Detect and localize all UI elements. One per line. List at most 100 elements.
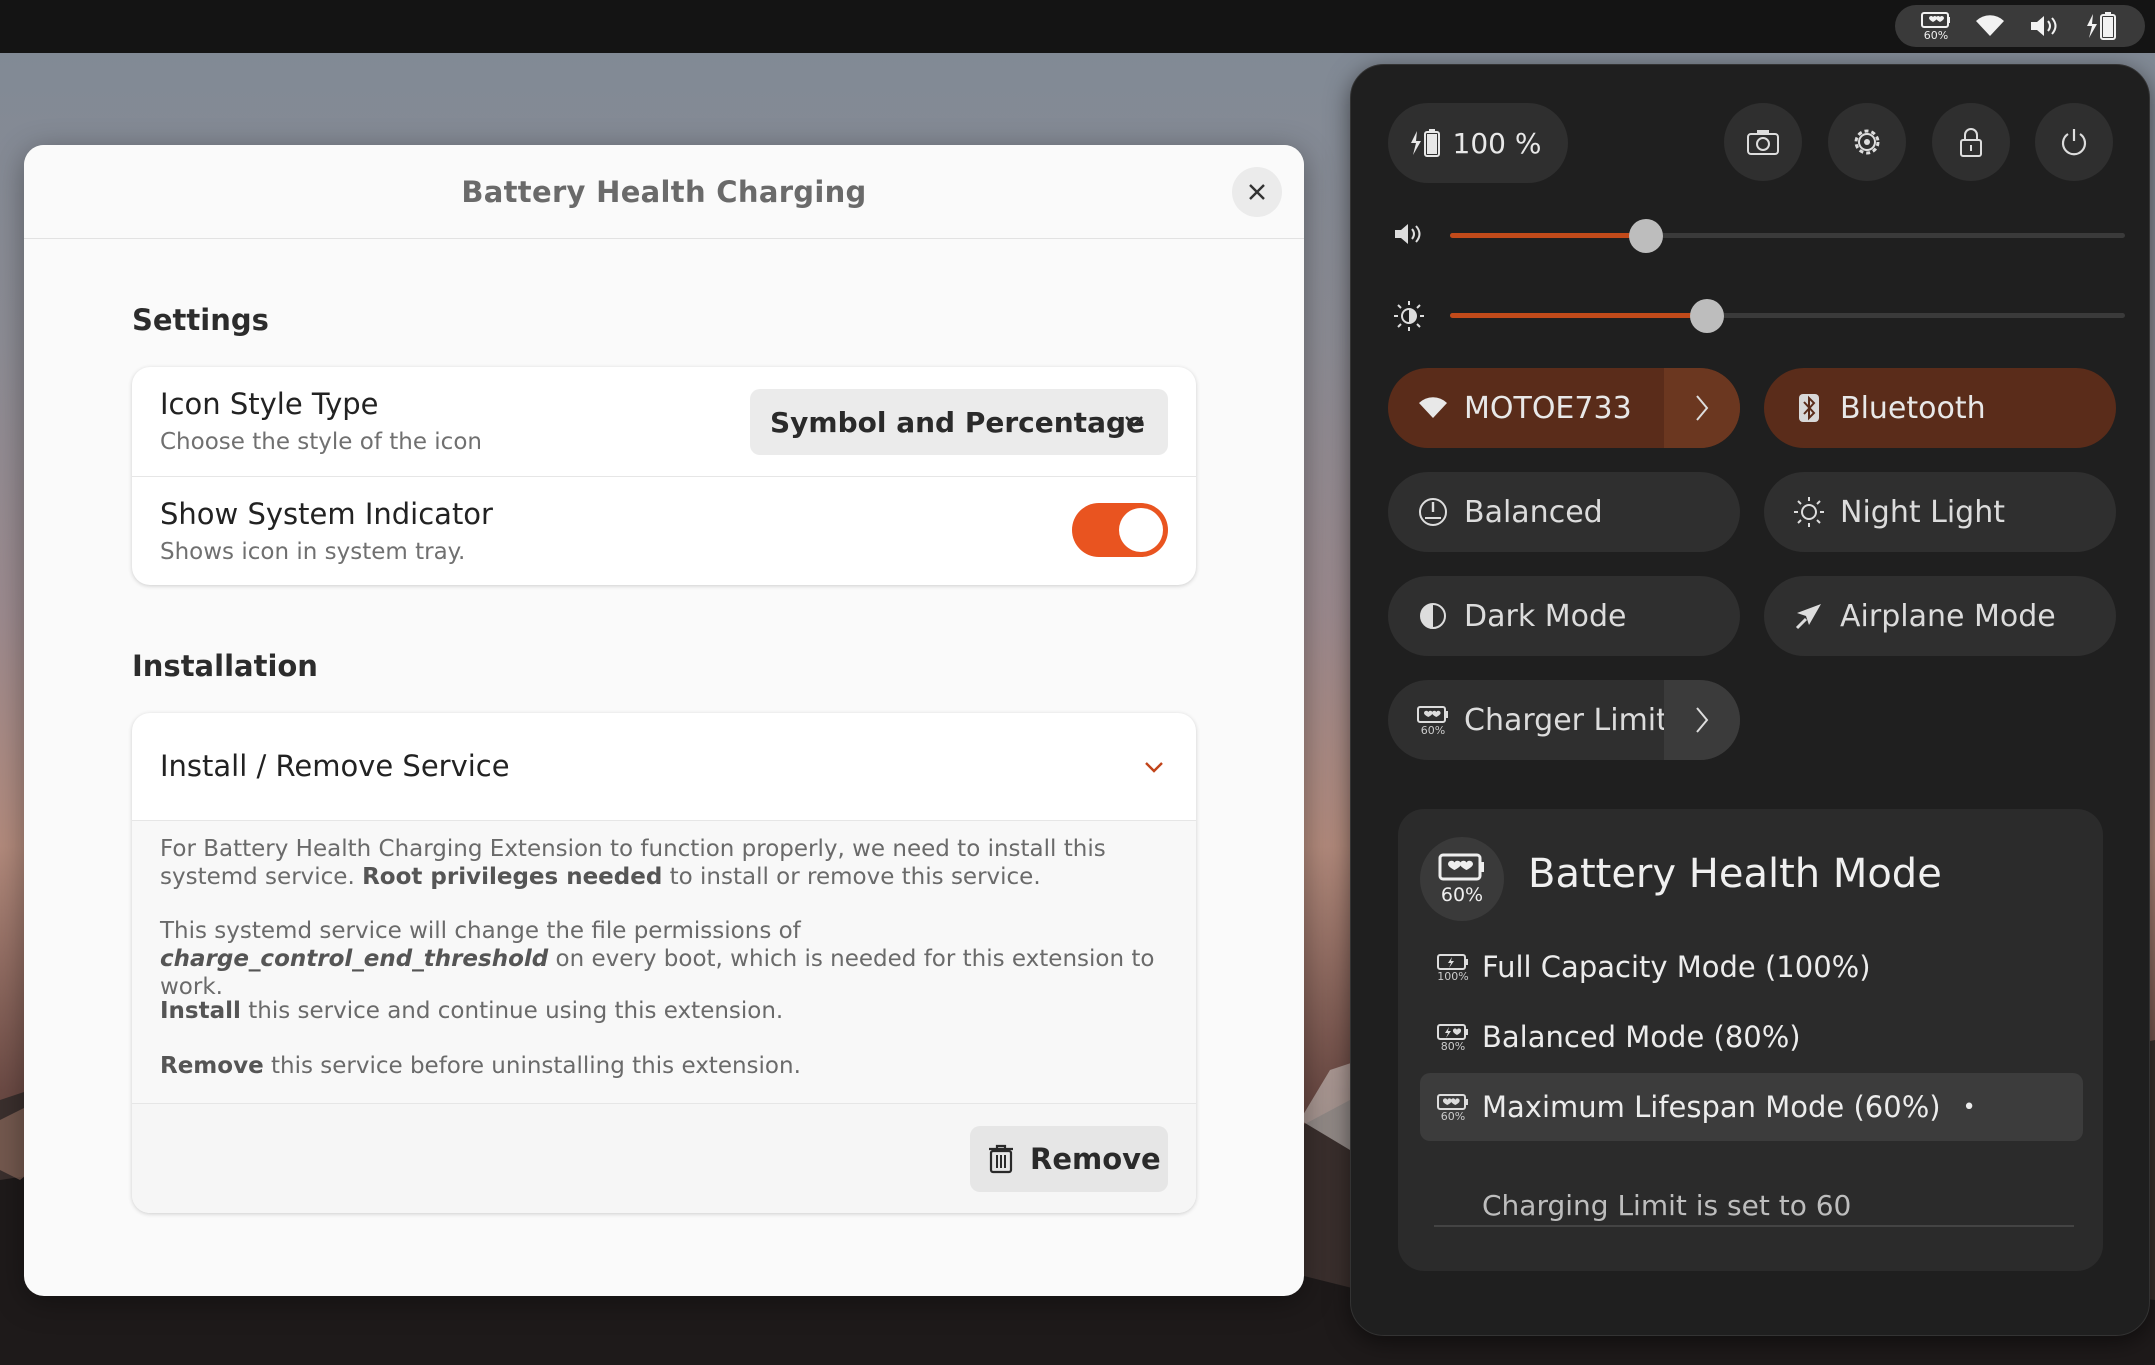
volume-slider-fill: [1450, 233, 1646, 238]
bluetooth-tile[interactable]: Bluetooth: [1764, 368, 2116, 448]
battery-health-tray-item[interactable]: 60%: [1921, 11, 1951, 41]
power-mode-tile[interactable]: Balanced: [1388, 472, 1740, 552]
wifi-menu-arrow[interactable]: [1664, 368, 1740, 448]
charger-limit-icon-percent: 60%: [1420, 723, 1446, 737]
installation-card: Install / Remove Service For Battery Hea…: [132, 713, 1196, 1213]
wifi-icon: [1416, 396, 1450, 420]
charger-limit-menu-arrow[interactable]: [1664, 680, 1740, 760]
chevron-right-icon: [1696, 707, 1709, 733]
volume-slider[interactable]: [1450, 219, 2125, 253]
close-button[interactable]: [1232, 167, 1282, 217]
airplane-mode-tile[interactable]: Airplane Mode: [1764, 576, 2116, 656]
brightness-slider-fill: [1450, 313, 1707, 318]
dark-mode-label: Dark Mode: [1464, 598, 1627, 634]
description-paragraph-2: This systemd service will change the fil…: [160, 918, 1155, 1000]
battery-full-icon: 100%: [1434, 953, 1472, 982]
install-remove-expander[interactable]: Install / Remove Service: [132, 713, 1196, 821]
maximum-lifespan-mode-label: Maximum Lifespan Mode (60%): [1482, 1090, 1941, 1124]
battery-health-charging-dialog: Battery Health Charging Settings Icon St…: [24, 145, 1304, 1296]
battery-icon: [2087, 12, 2116, 40]
battery-charging-icon: [1410, 129, 1440, 157]
settings-button[interactable]: [1828, 103, 1906, 181]
installation-heading: Installation: [132, 649, 318, 683]
airplane-icon: [1792, 601, 1826, 631]
settings-icon: [1854, 129, 1880, 155]
volume-tray-item[interactable]: [2029, 13, 2061, 39]
system-indicator-toggle[interactable]: [1072, 503, 1168, 557]
battery-health-icon: 60%: [1416, 705, 1450, 736]
top-bar: 60%: [0, 0, 2155, 53]
charging-limit-status: Charging Limit is set to 60: [1482, 1189, 1852, 1222]
charger-limit-tile[interactable]: 60% Charger Limit: [1388, 680, 1740, 760]
settings-card: Icon Style Type Choose the style of the …: [132, 367, 1196, 585]
description-paragraph-1: For Battery Health Charging Extension to…: [160, 836, 1106, 890]
power-mode-label: Balanced: [1464, 494, 1603, 530]
system-indicator-subtitle: Shows icon in system tray.: [160, 539, 466, 565]
close-icon: [1249, 184, 1265, 200]
volume-icon: [2031, 16, 2057, 36]
battery-health-icon: [1921, 12, 1950, 28]
lock-icon: [1960, 128, 1982, 157]
power-icon: [2061, 129, 2087, 156]
description-paragraph-4: Remove this service before uninstalling …: [160, 1053, 801, 1079]
tray-battery-percent: 60%: [1923, 29, 1949, 42]
menu-separator: [1434, 1225, 2074, 1227]
maximum-lifespan-mode-item[interactable]: 60% Maximum Lifespan Mode (60%) •: [1420, 1073, 2083, 1141]
full-capacity-mode-item[interactable]: 100% Full Capacity Mode (100%): [1420, 933, 2083, 1001]
night-light-label: Night Light: [1840, 494, 2005, 530]
battery-balanced-icon: 80%: [1434, 1023, 1472, 1052]
screenshot-button[interactable]: [1724, 103, 1802, 181]
brightness-slider-handle[interactable]: [1689, 299, 1724, 333]
wifi-tile[interactable]: MOTOE733: [1388, 368, 1740, 448]
battery-tray-item[interactable]: [2085, 11, 2119, 41]
dark-mode-icon: [1416, 601, 1450, 631]
dark-mode-tile[interactable]: Dark Mode: [1388, 576, 1740, 656]
brightness-icon: [1394, 301, 1424, 331]
system-indicator-title: Show System Indicator: [160, 497, 493, 531]
volume-slider-handle[interactable]: [1628, 219, 1663, 253]
volume-slider-row: [1393, 210, 2125, 260]
icon-style-title: Icon Style Type: [160, 387, 379, 421]
battery-health-mode-title: Battery Health Mode: [1528, 851, 1942, 897]
description-paragraph-3: Install this service and continue using …: [160, 998, 784, 1024]
balanced-mode-item[interactable]: 80% Balanced Mode (80%): [1420, 1003, 2083, 1071]
battery-percent-label: 100 %: [1452, 126, 1542, 160]
selected-indicator-dot: •: [1962, 1094, 1976, 1120]
battery-health-mode-menu: 60% Battery Health Mode 100% Full Capaci…: [1398, 809, 2103, 1271]
brightness-slider[interactable]: [1450, 299, 2125, 333]
balanced-mode-label: Balanced Mode (80%): [1482, 1020, 1801, 1054]
chevron-right-icon: [1696, 395, 1709, 421]
night-light-icon: [1792, 496, 1826, 528]
battery-health-icon: [1438, 853, 1484, 881]
night-light-tile[interactable]: Night Light: [1764, 472, 2116, 552]
wifi-icon: [1976, 15, 2004, 37]
chevron-down-icon: [1145, 762, 1163, 773]
power-mode-icon: [1416, 496, 1450, 528]
charger-limit-label: Charger Limit: [1464, 702, 1668, 738]
install-remove-title: Install / Remove Service: [160, 749, 510, 783]
toggle-knob: [1119, 508, 1163, 552]
lock-button[interactable]: [1932, 103, 2010, 181]
wifi-network-name: MOTOE733: [1464, 390, 1632, 426]
chevron-down-icon: [1125, 416, 1143, 427]
system-indicator-row: Show System Indicator Shows icon in syst…: [132, 477, 1196, 585]
install-action-row: Remove: [132, 1104, 1196, 1213]
airplane-mode-label: Airplane Mode: [1840, 598, 2056, 634]
quick-settings-panel: 100 % MOTOE733 Bluetooth Balanced Night …: [1350, 64, 2150, 1336]
brightness-slider-row: [1393, 290, 2125, 340]
remove-button[interactable]: Remove: [970, 1126, 1168, 1192]
battery-health-icon: 60%: [1434, 1093, 1472, 1122]
wifi-tray-item[interactable]: [1975, 14, 2005, 38]
bluetooth-icon: [1792, 393, 1826, 423]
settings-heading: Settings: [132, 303, 269, 337]
battery-health-header-percent: 60%: [1440, 884, 1484, 906]
battery-health-header-icon: 60%: [1420, 837, 1504, 921]
battery-status-button[interactable]: 100 %: [1388, 103, 1568, 183]
icon-style-dropdown[interactable]: Symbol and Percentage: [750, 389, 1168, 455]
full-capacity-mode-label: Full Capacity Mode (100%): [1482, 950, 1871, 984]
remove-label: Remove: [1030, 1142, 1161, 1176]
system-tray[interactable]: 60%: [1895, 5, 2145, 47]
power-button[interactable]: [2035, 103, 2113, 181]
icon-style-subtitle: Choose the style of the icon: [160, 429, 482, 455]
icon-style-selected: Symbol and Percentage: [770, 405, 1145, 439]
